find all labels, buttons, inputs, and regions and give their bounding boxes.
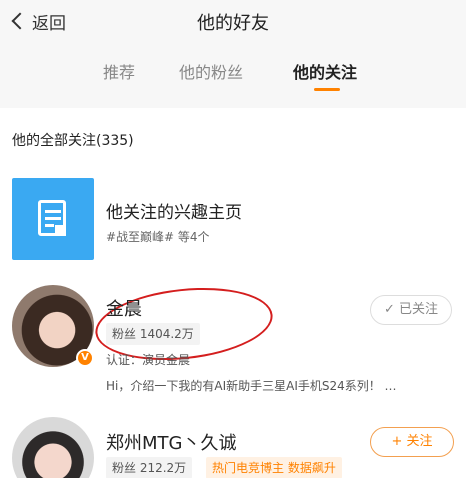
- hot-tag: 热门电竞博主 数据飙升: [206, 457, 342, 478]
- tab-recommend[interactable]: 推荐: [103, 59, 135, 83]
- follow-list: 他的全部关注(335) 他关注的兴趣主页 #战至巅峰# 等4个 V 金晨 粉丝 …: [0, 108, 466, 478]
- interest-pages-item[interactable]: 他关注的兴趣主页 #战至巅峰# 等4个: [0, 178, 466, 266]
- follow-button[interactable]: + 关注: [370, 427, 454, 457]
- active-tab-indicator: [314, 88, 340, 91]
- fans-count: 粉丝 212.2万: [106, 457, 193, 478]
- list-item[interactable]: 郑州MTG丶久诚 粉丝 212.2万 热门电竞博主 数据飙升 + 关注: [0, 281, 466, 478]
- interest-title: 他关注的兴趣主页: [106, 203, 242, 223]
- page-title: 他的好友: [197, 13, 269, 34]
- section-title: 他的全部关注(335): [12, 133, 134, 149]
- interest-icon-tile: [12, 178, 94, 260]
- tab-bar: 推荐 他的粉丝 他的关注: [0, 44, 466, 100]
- document-icon: [38, 200, 66, 236]
- user-name[interactable]: 郑州MTG丶久诚: [106, 429, 236, 455]
- avatar[interactable]: [12, 417, 94, 478]
- top-bar: 返回 他的好友: [0, 0, 466, 44]
- tab-his-follows[interactable]: 他的关注: [293, 59, 357, 83]
- tab-his-fans[interactable]: 他的粉丝: [179, 59, 243, 83]
- interest-subtitle: #战至巅峰# 等4个: [106, 230, 210, 244]
